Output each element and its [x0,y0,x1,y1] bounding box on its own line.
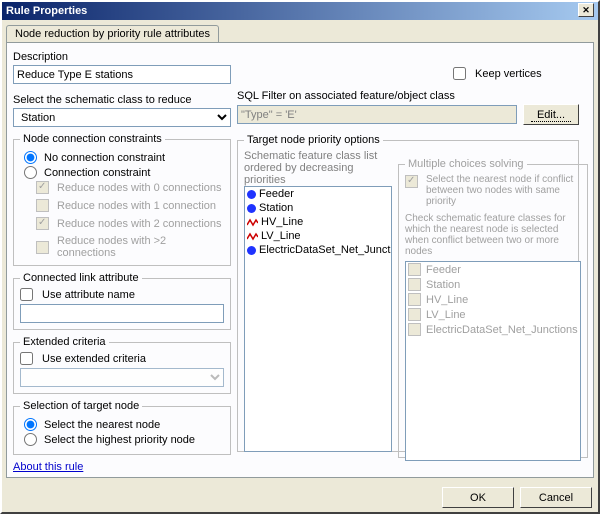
connected-link-group: Connected link attribute Use attribute n… [13,272,231,330]
schematic-class-label: Select the schematic class to reduce [13,94,231,106]
target-select-legend: Selection of target node [20,400,142,412]
tab-strip: Node reduction by priority rule attribut… [2,20,598,42]
constraint-radio[interactable] [24,166,37,179]
list-item-label: HV_Line [426,294,468,306]
multi-check-hint: Check schematic feature classes for whic… [405,213,581,257]
extended-criteria-group: Extended criteria Use extended criteria [13,336,231,394]
multiple-choices-legend: Multiple choices solving [405,158,527,170]
checkbox-icon [36,241,49,254]
keep-vertices-label: Keep vertices [475,68,542,80]
edit-button[interactable]: Edit... [523,104,579,125]
reduce-1-row: Reduce nodes with 1 connection [36,199,224,212]
reduce-3plus-row: Reduce nodes with >2 connections [36,235,224,259]
line-icon [247,218,258,227]
target-select-group: Selection of target node Select the near… [13,400,231,455]
select-highest-label: Select the highest priority node [44,434,195,446]
list-item: ElectricDataSet_Net_Junctions [406,322,580,337]
constraint-label: Connection constraint [44,167,150,179]
checkbox-icon [408,308,421,321]
list-item-label: ElectricDataSet_Net_Junctions [259,244,392,256]
checkbox-icon [405,175,418,188]
multiple-choices-group: Multiple choices solving Select the near… [398,158,588,458]
sql-filter-input [237,105,517,124]
tab-node-reduction[interactable]: Node reduction by priority rule attribut… [6,25,219,43]
node-connection-group: Node connection constraints No connectio… [13,133,231,266]
list-item-label: Station [259,202,293,214]
list-item[interactable]: Feeder [245,187,391,201]
list-item[interactable]: LV_Line [245,229,391,243]
node-connection-legend: Node connection constraints [20,133,165,145]
extended-criteria-select [20,368,224,387]
list-item-label: ElectricDataSet_Net_Junctions [426,324,578,336]
description-input[interactable] [13,65,231,84]
use-extended-criteria-checkbox[interactable] [20,352,33,365]
title-bar: Rule Properties ✕ [2,2,598,20]
list-item: Station [406,277,580,292]
reduce-0-row: Reduce nodes with 0 connections [36,181,224,194]
list-item: Feeder [406,262,580,277]
no-constraint-label: No connection constraint [44,152,165,164]
node-icon [247,204,256,213]
schematic-class-select[interactable]: Station [13,108,231,127]
select-nearest-radio[interactable] [24,418,37,431]
window-title: Rule Properties [6,2,87,20]
list-item-label: Feeder [259,188,294,200]
target-priority-hint: Schematic feature class list ordered by … [244,150,394,186]
list-item-label: HV_Line [261,216,303,228]
multi-listbox: Feeder Station HV_Line LV_Line ElectricDataS… [405,261,581,461]
no-constraint-radio[interactable] [24,151,37,164]
connected-link-legend: Connected link attribute [20,272,142,284]
tab-page: Description Select the schematic class t… [6,42,594,478]
list-item: LV_Line [406,307,580,322]
select-highest-radio[interactable] [24,433,37,446]
ok-button[interactable]: OK [442,487,514,508]
checkbox-icon [36,199,49,212]
close-icon[interactable]: ✕ [578,3,594,17]
extended-criteria-legend: Extended criteria [20,336,109,348]
line-icon [247,232,258,241]
list-item-label: Station [426,279,460,291]
use-extended-criteria-label: Use extended criteria [42,353,146,365]
about-link[interactable]: About this rule [13,461,83,473]
list-item: HV_Line [406,292,580,307]
description-label: Description [13,51,231,63]
use-attribute-name-checkbox[interactable] [20,288,33,301]
list-item[interactable]: HV_Line [245,215,391,229]
select-nearest-label: Select the nearest node [44,419,160,431]
node-icon [247,246,256,255]
checkbox-icon [408,263,421,276]
list-item-label: LV_Line [426,309,466,321]
sql-filter-label: SQL Filter on associated feature/object … [237,90,579,102]
list-item[interactable]: Station [245,201,391,215]
node-icon [247,190,256,199]
attribute-name-input[interactable] [20,304,224,323]
use-attribute-name-label: Use attribute name [42,289,135,301]
checkbox-icon [408,293,421,306]
multi-nearest-hint: Select the nearest node if conflict betw… [426,174,581,207]
checkbox-icon [408,323,421,336]
list-item[interactable]: ElectricDataSet_Net_Junctions [245,243,391,257]
reduce-2-row: Reduce nodes with 2 connections [36,217,224,230]
list-item-label: Feeder [426,264,461,276]
checkbox-icon [36,181,49,194]
cancel-button[interactable]: Cancel [520,487,592,508]
priority-listbox[interactable]: Feeder Station HV_Line LV_Line ElectricDataS… [244,186,392,452]
list-item-label: LV_Line [261,230,301,242]
checkbox-icon [36,217,49,230]
checkbox-icon [408,278,421,291]
target-priority-legend: Target node priority options [244,134,383,146]
keep-vertices-checkbox[interactable] [453,67,466,80]
target-priority-group: Target node priority options Schematic f… [237,134,579,452]
